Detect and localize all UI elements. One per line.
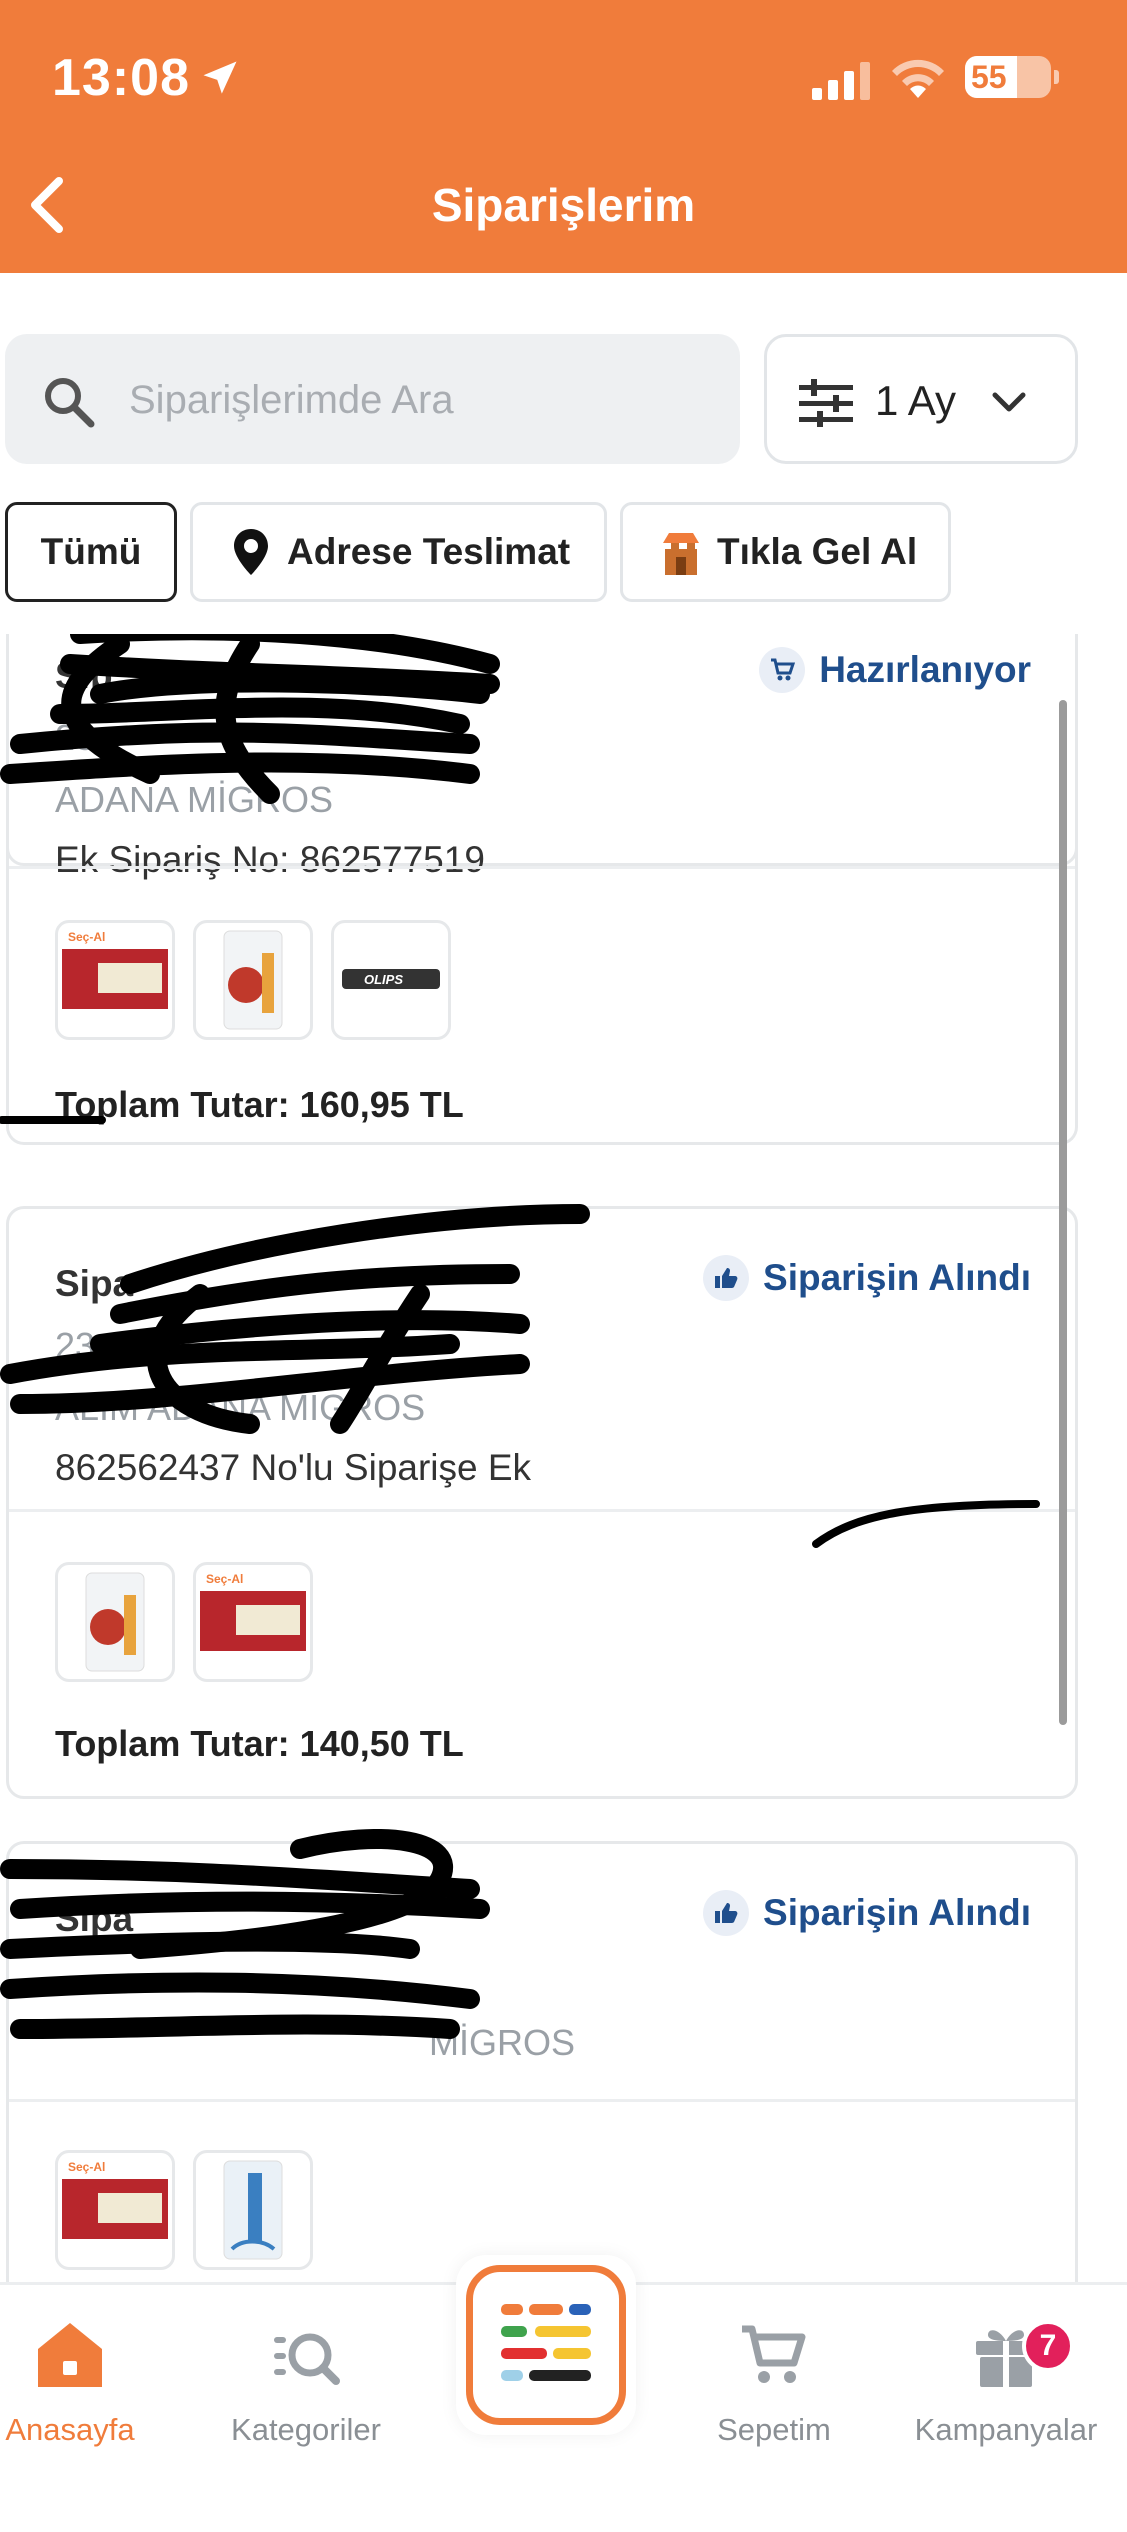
product-brand-text: Seç-Al xyxy=(206,1572,243,1586)
status-time: 13:08 xyxy=(52,49,190,107)
period-label: 1 Ay xyxy=(875,377,956,424)
home-icon xyxy=(38,2323,102,2387)
nav-campaigns[interactable]: Kampanyalar xyxy=(906,2315,1106,2448)
product-thumbnail[interactable]: Seç-Al xyxy=(55,2150,175,2270)
order-status-label: Siparişin Alındı xyxy=(763,1892,1031,1933)
product-thumbnail[interactable]: Seç-Al xyxy=(193,1562,313,1682)
product-thumbnail[interactable] xyxy=(193,920,313,1040)
nav-home-label: Anasayfa xyxy=(5,2412,135,2447)
product-brand-text: OLIPS xyxy=(364,972,403,987)
search-placeholder: Siparişlerimde Ara xyxy=(129,378,454,422)
tab-all[interactable]: Tümü xyxy=(5,502,177,602)
location-arrow-icon xyxy=(203,61,237,94)
order-extra-info: 862562437 No'lu Siparişe Ek xyxy=(55,1447,532,1488)
chevron-down-icon xyxy=(992,392,1026,412)
battery-level: 55 xyxy=(971,59,1007,95)
nav-cart-label: Sepetim xyxy=(717,2412,831,2447)
thumbs-up-icon xyxy=(703,1255,750,1301)
product-image: OLIPS xyxy=(342,969,440,989)
order-status: Siparişin Alındı xyxy=(703,1255,1031,1301)
product-thumbnail[interactable] xyxy=(55,1562,175,1682)
cellular-signal-icon xyxy=(812,62,870,100)
bottom-nav: Anasayfa Kategoriler Sepetim Kampanyalar xyxy=(0,2255,1127,2532)
tab-click-collect-label: Tıkla Gel Al xyxy=(717,531,918,572)
order-total-value: 160,95 TL xyxy=(299,1084,464,1125)
product-image: Seç-Al xyxy=(62,2160,168,2239)
order-store: ALIM ADANA MİGROS xyxy=(55,1387,426,1428)
order-date: 23. xyxy=(55,1325,106,1366)
order-card[interactable]: Sipa Siparişin Alındı MİGROS Seç-Al xyxy=(6,1841,1078,2282)
center-menu-button[interactable] xyxy=(456,2255,636,2435)
page-title: Siparişlerim xyxy=(431,179,696,231)
order-status: Siparişin Alındı xyxy=(703,1890,1031,1936)
tab-click-collect[interactable]: Tıkla Gel Al xyxy=(620,502,951,602)
sliders-icon xyxy=(799,379,853,427)
battery-indicator: 55 xyxy=(965,56,1059,98)
product-image: Seç-Al xyxy=(62,930,168,1009)
product-image xyxy=(223,930,283,1030)
period-filter-dropdown[interactable]: 1 Ay xyxy=(764,334,1078,464)
category-search-icon xyxy=(274,2333,340,2385)
campaigns-count-badge: 7 xyxy=(1022,2320,1074,2372)
order-card[interactable]: Sipa Siparişin Alındı 23. ALIM ADANA MİG… xyxy=(6,1206,1078,1799)
tab-all-label: Tümü xyxy=(40,531,142,572)
nav-categories-label: Kategoriler xyxy=(231,2412,381,2447)
scrollbar[interactable] xyxy=(1059,700,1067,1725)
order-total-value: 140,50 TL xyxy=(299,1723,464,1764)
order-title: Sipa xyxy=(55,1898,134,1939)
cart-icon xyxy=(742,2325,806,2383)
product-brand-text: Seç-Al xyxy=(68,2160,105,2174)
order-status-label: Siparişin Alındı xyxy=(763,1257,1031,1298)
product-brand-text: Seç-Al xyxy=(68,930,105,944)
order-store: MİGROS xyxy=(429,2022,576,2063)
order-total-label: Toplam Tutar: xyxy=(55,1723,290,1764)
nav-home[interactable]: Anasayfa xyxy=(0,2315,170,2448)
order-list[interactable]: Sip Hazırlanıyor 23. ADANA MİGROS Ek Sip… xyxy=(0,634,1127,2282)
location-pin-icon xyxy=(234,529,268,575)
order-total: Toplam Tutar: 160,95 TL xyxy=(55,1084,464,1126)
search-icon xyxy=(45,378,95,428)
product-image: Seç-Al xyxy=(200,1572,306,1651)
nav-cart[interactable]: Sepetim xyxy=(674,2315,874,2448)
thumbs-up-icon xyxy=(703,1890,750,1936)
product-thumbnail[interactable] xyxy=(193,2150,313,2270)
order-card-body: Seç-Al OLIPS Toplam Tutar: 160,95 TL xyxy=(6,634,1078,1145)
wifi-icon xyxy=(892,59,944,98)
order-total-label: Toplam Tutar: xyxy=(55,1084,290,1125)
orders-screen: 13:08 55 Siparişlerim Siparişlerimde Ara… xyxy=(0,0,1127,2532)
nav-categories[interactable]: Kategoriler xyxy=(206,2315,406,2448)
app-header: 13:08 55 Siparişlerim xyxy=(0,0,1127,273)
tab-address-delivery-label: Adrese Teslimat xyxy=(287,531,571,572)
tab-address-delivery[interactable]: Adrese Teslimat xyxy=(190,502,607,602)
nav-campaigns-label: Kampanyalar xyxy=(914,2412,1098,2447)
menu-grid-icon xyxy=(501,2304,591,2381)
order-title: Sipa xyxy=(55,1263,134,1304)
store-icon xyxy=(663,533,699,575)
product-image xyxy=(223,2160,283,2260)
product-thumbnail[interactable]: Seç-Al xyxy=(55,920,175,1040)
product-image xyxy=(85,1572,145,1672)
search-input[interactable]: Siparişlerimde Ara xyxy=(5,334,740,464)
order-total: Toplam Tutar: 140,50 TL xyxy=(55,1723,464,1765)
product-thumbnail[interactable]: OLIPS xyxy=(331,920,451,1040)
